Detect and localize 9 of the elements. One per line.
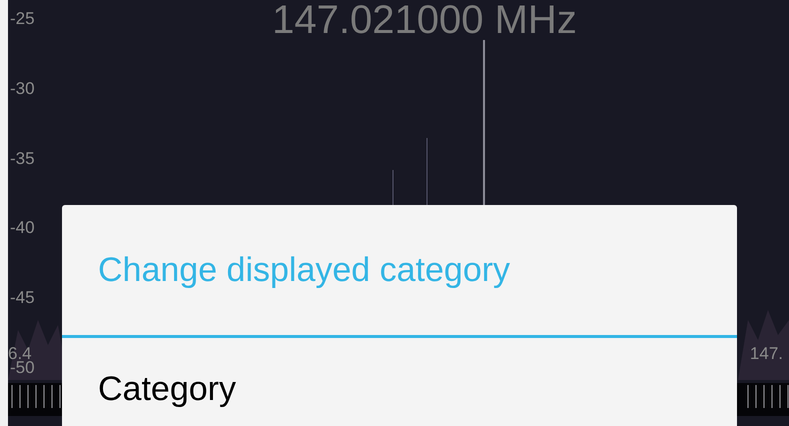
db-axis-label: -35 bbox=[10, 150, 35, 167]
dialog-title: Change displayed category bbox=[98, 250, 510, 291]
db-axis-label: -25 bbox=[10, 10, 35, 27]
db-axis-label: -30 bbox=[10, 80, 35, 97]
db-axis-label: -40 bbox=[10, 219, 35, 236]
db-axis-label: -45 bbox=[10, 289, 35, 306]
frequency-axis-label: 147. bbox=[750, 345, 783, 362]
frequency-readout: 147.021000 MHz bbox=[272, 0, 577, 40]
category-option[interactable]: Category bbox=[62, 338, 737, 426]
